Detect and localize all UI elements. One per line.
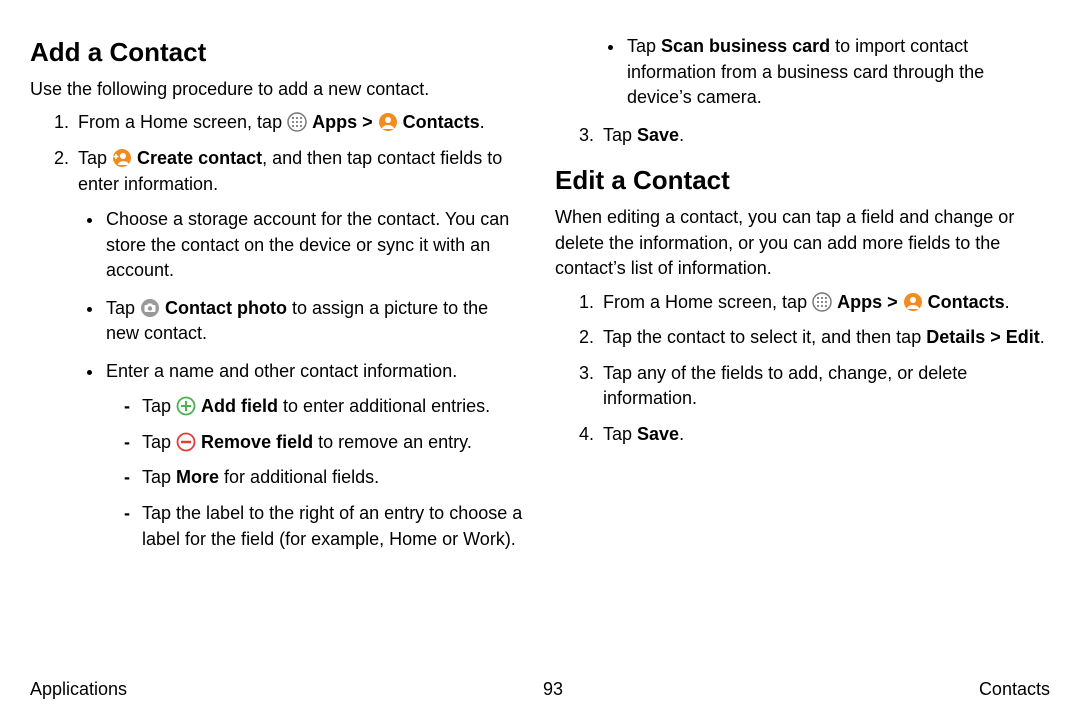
contacts-icon [903,292,923,312]
two-column-layout: Add a Contact Use the following procedur… [30,34,1050,655]
text: . [480,112,485,132]
right-column: Tap Scan business card to import contact… [555,34,1050,655]
text: Tap [106,298,140,318]
text: Enter a name and other contact informati… [106,361,457,381]
text: . [1040,327,1045,347]
text: From a Home screen, tap [603,292,812,312]
left-column: Add a Contact Use the following procedur… [30,34,525,655]
step-3-save: Tap Save. [599,123,1050,149]
intro-text: Use the following procedure to add a new… [30,77,525,103]
manual-page: Add a Contact Use the following procedur… [0,0,1080,720]
save-label: Save [637,125,679,145]
footer-right: Contacts [979,679,1050,700]
dash-label: Tap the label to the right of an entry t… [128,501,525,552]
text: . [1005,292,1010,312]
edit-step-1: From a Home screen, tap Apps > Contacts. [599,290,1050,316]
separator: > [882,292,903,312]
bullet-scan-card: Tap Scan business card to import contact… [625,34,1050,111]
remove-field-icon [176,432,196,452]
apps-label: Apps [312,112,357,132]
bullet-contact-photo: Tap Contact photo to assign a picture to… [104,296,525,347]
heading-add-contact: Add a Contact [30,34,525,71]
footer-left: Applications [30,679,127,700]
text: for additional fields. [219,467,379,487]
text: . [679,424,684,444]
continued-steps: Tap Save. [555,123,1050,149]
apps-label: Apps [837,292,882,312]
bullet-storage: Choose a storage account for the contact… [104,207,525,284]
text: . [679,125,684,145]
separator: > [357,112,378,132]
edit-step-3: Tap any of the fields to add, change, or… [599,361,1050,412]
edit-intro: When editing a contact, you can tap a fi… [555,205,1050,282]
dash-add-field: Tap Add field to enter additional entrie… [128,394,525,420]
text: Tap [142,396,176,416]
step-2: Tap Create contact, and then tap contact… [74,146,525,552]
bullet-enter-name: Enter a name and other contact informati… [104,359,525,552]
text: to remove an entry. [313,432,472,452]
save-label: Save [637,424,679,444]
scan-card-label: Scan business card [661,36,830,56]
contact-photo-label: Contact photo [165,298,287,318]
edit-step-4: Tap Save. [599,422,1050,448]
more-label: More [176,467,219,487]
dash-more: Tap More for additional fields. [128,465,525,491]
continued-bullets: Tap Scan business card to import contact… [555,34,1050,111]
apps-icon [287,112,307,132]
text: to enter additional entries. [278,396,490,416]
apps-icon [812,292,832,312]
remove-field-label: Remove field [201,432,313,452]
create-contact-icon [112,148,132,168]
text: Tap [603,125,637,145]
text: Tap [603,424,637,444]
contacts-label: Contacts [928,292,1005,312]
text: Tap [142,432,176,452]
add-field-icon [176,396,196,416]
page-footer: Applications 93 Contacts [30,655,1050,700]
create-contact-label: Create contact [137,148,262,168]
dash-list: Tap Add field to enter additional entrie… [106,394,525,552]
text: Tap the contact to select it, and then t… [603,327,926,347]
add-field-label: Add field [201,396,278,416]
sub-bullets: Choose a storage account for the contact… [78,207,525,552]
text: Tap [78,148,112,168]
details-edit-label: Details > Edit [926,327,1040,347]
dash-remove-field: Tap Remove field to remove an entry. [128,430,525,456]
edit-steps-list: From a Home screen, tap Apps > Contacts.… [555,290,1050,448]
add-steps-list: From a Home screen, tap Apps > Contacts.… [30,110,525,552]
heading-edit-contact: Edit a Contact [555,162,1050,199]
text: Tap [142,467,176,487]
text: Tap [627,36,661,56]
camera-icon [140,298,160,318]
contacts-label: Contacts [403,112,480,132]
footer-page-number: 93 [543,679,563,700]
step-1: From a Home screen, tap Apps > Contacts. [74,110,525,136]
text: From a Home screen, tap [78,112,287,132]
text: to assign a picture to the new contact. [106,298,488,344]
edit-step-2: Tap the contact to select it, and then t… [599,325,1050,351]
contacts-icon [378,112,398,132]
